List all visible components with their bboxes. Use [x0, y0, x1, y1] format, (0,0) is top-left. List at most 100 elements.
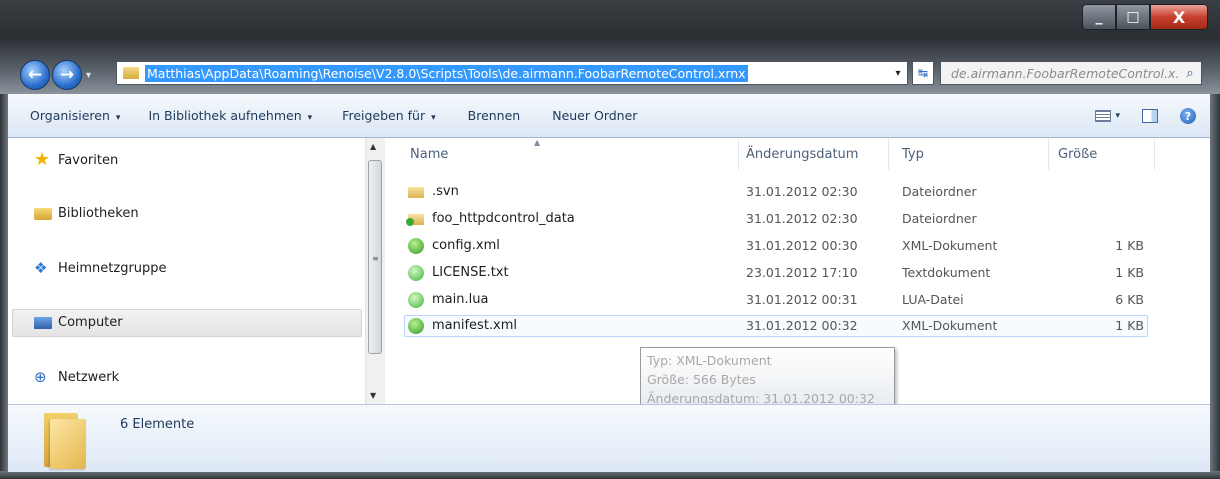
share-with-label: Freigeben für — [342, 108, 426, 123]
computer-icon — [34, 316, 52, 329]
file-name: config.xml — [432, 238, 500, 253]
nav-item-computer[interactable]: Computer — [34, 315, 123, 330]
tooltip-type: Typ: XML-Dokument — [647, 353, 772, 368]
file-date: 31.01.2012 00:31 — [746, 292, 858, 307]
lua-file-icon — [408, 292, 424, 308]
folder-icon — [408, 187, 424, 198]
nav-item-homegroup[interactable]: ❖ Heimnetzgruppe — [34, 260, 167, 276]
chevron-down-icon: ▾ — [307, 113, 313, 123]
maximize-button[interactable]: □ — [1116, 4, 1150, 30]
refresh-button[interactable]: ↹ — [912, 61, 934, 85]
scroll-up-icon[interactable]: ▲ — [370, 142, 376, 151]
nav-item-label: Favoriten — [58, 152, 119, 168]
file-name: manifest.xml — [432, 318, 518, 333]
sort-ascending-icon: ▲ — [534, 138, 541, 147]
column-header-date[interactable]: Änderungsdatum — [746, 147, 858, 162]
search-box[interactable]: de.airmann.FoobarRemoteControl.x... ⌕ — [940, 61, 1202, 85]
column-headers: ▲ Name Änderungsdatum Typ Größe — [386, 138, 1210, 170]
nav-pane-scrollbar[interactable]: ▲ ≡ ▼ — [365, 138, 385, 404]
file-type: XML-Dokument — [902, 318, 998, 333]
nav-item-libraries[interactable]: Bibliotheken — [34, 206, 139, 221]
star-icon: ★ — [34, 149, 51, 170]
text-file-icon — [408, 265, 424, 281]
file-name: foo_httpdcontrol_data — [432, 211, 575, 226]
command-bar: Organisieren ▾ In Bibliothek aufnehmen ▾ F… — [8, 94, 1210, 138]
back-button[interactable]: ← — [20, 60, 50, 90]
file-date: 23.01.2012 17:10 — [746, 265, 858, 280]
organize-button[interactable]: Organisieren ▾ — [30, 108, 120, 123]
file-row[interactable]: main.lua 31.01.2012 00:31 LUA-Datei 6 KB — [404, 289, 1148, 311]
scroll-down-icon[interactable]: ▼ — [370, 391, 376, 400]
minimize-button[interactable]: _ — [1082, 4, 1116, 30]
explorer-window: _ □ X ← → ▾ Matthias\AppData\Roaming\Ren… — [0, 0, 1220, 479]
folder-icon — [123, 67, 139, 79]
column-header-size[interactable]: Größe — [1058, 147, 1097, 162]
file-info-tooltip: Typ: XML-Dokument Größe: 566 Bytes Änder… — [640, 347, 895, 411]
file-row[interactable]: .svn 31.01.2012 02:30 Dateiordner — [404, 181, 1148, 203]
details-pane: 6 Elemente — [8, 404, 1210, 472]
file-date: 31.01.2012 00:32 — [746, 318, 858, 333]
scrollbar-thumb[interactable]: ≡ — [368, 160, 382, 354]
close-button[interactable]: X — [1150, 4, 1208, 30]
file-date: 31.01.2012 00:30 — [746, 238, 858, 253]
file-name: main.lua — [432, 292, 489, 307]
chevron-down-icon: ▾ — [431, 113, 436, 123]
window-frame-right — [1210, 94, 1220, 479]
caption-buttons: _ □ X — [1082, 4, 1208, 30]
search-icon[interactable]: ⌕ — [1179, 66, 1201, 81]
file-row-selected[interactable]: manifest.xml 31.01.2012 00:32 XML-Dokume… — [404, 315, 1148, 337]
homegroup-icon: ❖ — [34, 259, 48, 277]
navigation-buttons: ← → ▾ — [20, 60, 91, 90]
view-options-icon[interactable] — [1095, 110, 1112, 122]
organize-label: Organisieren — [30, 108, 110, 123]
file-name: .svn — [432, 184, 459, 199]
file-name: LICENSE.txt — [432, 265, 509, 280]
column-divider[interactable] — [738, 138, 739, 170]
file-size: 1 KB — [1115, 265, 1144, 280]
tooltip-size: Größe: 566 Bytes — [647, 372, 756, 387]
share-with-button[interactable]: Freigeben für ▾ — [342, 108, 435, 123]
column-divider[interactable] — [1048, 138, 1049, 170]
item-count: 6 Elemente — [120, 417, 195, 432]
forward-button[interactable]: → — [52, 60, 82, 90]
folder-svn-icon — [406, 214, 424, 226]
new-folder-button[interactable]: Neuer Ordner — [552, 108, 637, 123]
toolbar-right: ▾ ? — [1095, 94, 1196, 138]
file-type: Dateiordner — [902, 184, 977, 199]
file-date: 31.01.2012 02:30 — [746, 211, 858, 226]
nav-item-label: Heimnetzgruppe — [58, 260, 167, 276]
xml-file-icon — [408, 238, 424, 254]
view-dropdown-button[interactable]: ▾ — [1115, 111, 1120, 121]
column-divider[interactable] — [1154, 138, 1155, 170]
folder-front — [50, 419, 86, 469]
nav-item-favorites[interactable]: ★ Favoriten — [34, 149, 119, 170]
nav-item-label: Computer — [58, 315, 123, 330]
network-icon: ⊕ — [34, 368, 47, 386]
back-arrow-icon: ← — [27, 65, 43, 85]
file-size: 1 KB — [1115, 238, 1144, 253]
file-type: Textdokument — [902, 265, 991, 280]
add-to-library-button[interactable]: In Bibliothek aufnehmen ▾ — [148, 108, 312, 123]
chevron-down-icon: ▾ — [115, 113, 121, 123]
help-icon[interactable]: ? — [1180, 108, 1196, 124]
column-header-type[interactable]: Typ — [902, 147, 924, 162]
column-divider[interactable] — [888, 138, 889, 170]
column-header-name[interactable]: Name — [410, 147, 448, 162]
recent-pages-dropdown[interactable]: ▾ — [86, 70, 91, 81]
nav-item-network[interactable]: ⊕ Netzwerk — [34, 369, 119, 385]
library-icon — [34, 207, 52, 220]
address-path[interactable]: Matthias\AppData\Roaming\Renoise\V2.8.0\… — [145, 64, 748, 82]
file-type: Dateiordner — [902, 211, 977, 226]
file-row[interactable]: foo_httpdcontrol_data 31.01.2012 02:30 D… — [404, 208, 1148, 230]
address-bar[interactable]: Matthias\AppData\Roaming\Renoise\V2.8.0\… — [116, 61, 908, 85]
file-size: 1 KB — [1115, 318, 1144, 333]
window-frame-bottom — [0, 471, 1220, 479]
nav-item-label: Netzwerk — [58, 369, 120, 385]
address-dropdown-button[interactable]: ▾ — [889, 68, 907, 79]
xml-file-icon — [408, 318, 424, 334]
file-type: XML-Dokument — [902, 238, 998, 253]
preview-pane-icon[interactable] — [1142, 109, 1158, 123]
file-row[interactable]: config.xml 31.01.2012 00:30 XML-Dokument… — [404, 235, 1148, 257]
burn-button[interactable]: Brennen — [468, 108, 521, 123]
file-row[interactable]: LICENSE.txt 23.01.2012 17:10 Textdokumen… — [404, 262, 1148, 284]
